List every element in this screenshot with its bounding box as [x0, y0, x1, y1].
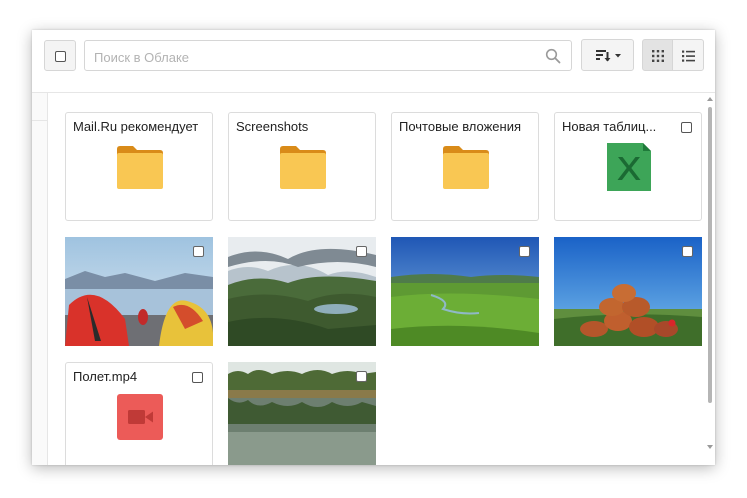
excel-icon: [607, 143, 651, 191]
item-name: Screenshots: [236, 119, 309, 134]
video-icon: [117, 394, 163, 440]
photo-tile-river[interactable]: [228, 362, 376, 465]
folder-tile[interactable]: Почтовые вложения: [391, 112, 539, 221]
item-checkbox[interactable]: [681, 122, 692, 133]
video-tile[interactable]: Полет.mp4: [65, 362, 213, 465]
item-name: Mail.Ru рекомендует: [73, 119, 199, 134]
photo-thumbnail: [228, 237, 376, 346]
item-name: Новая таблиц...: [562, 119, 657, 134]
item-checkbox[interactable]: [192, 372, 203, 383]
photo-thumbnail: [554, 237, 702, 346]
sort-icon: [596, 50, 621, 62]
grid-view-button[interactable]: [642, 39, 673, 71]
cloud-window: Mail.Ru рекомендует Screenshots Почтовые…: [32, 30, 715, 465]
photo-tile-tents[interactable]: [65, 237, 213, 346]
item-checkbox[interactable]: [519, 246, 530, 257]
list-view-button[interactable]: [672, 39, 704, 71]
grid-view-icon: [652, 50, 664, 62]
scroll-up-arrow-icon[interactable]: [707, 97, 713, 101]
item-name: Полет.mp4: [73, 369, 138, 384]
folder-icon: [117, 146, 163, 189]
item-checkbox[interactable]: [193, 246, 204, 257]
checkbox-icon: [55, 51, 66, 62]
folder-tile[interactable]: Mail.Ru рекомендует: [65, 112, 213, 221]
toolbar: [32, 30, 715, 93]
photo-tile-valley[interactable]: [228, 237, 376, 346]
sidebar-edge: [32, 93, 48, 465]
list-view-icon: [682, 50, 695, 62]
scrollbar-thumb[interactable]: [708, 107, 712, 403]
photo-thumbnail: [391, 237, 539, 346]
item-name: Почтовые вложения: [399, 119, 522, 134]
folder-icon: [280, 146, 326, 189]
search-box[interactable]: [84, 40, 572, 71]
scroll-down-arrow-icon[interactable]: [707, 445, 713, 449]
photo-tile-rocks[interactable]: [554, 237, 702, 346]
item-checkbox[interactable]: [682, 246, 693, 257]
spreadsheet-tile[interactable]: Новая таблиц...: [554, 112, 702, 221]
search-icon[interactable]: [545, 48, 561, 64]
search-input[interactable]: [92, 47, 536, 67]
item-checkbox[interactable]: [356, 246, 367, 257]
select-all-button[interactable]: [44, 40, 76, 71]
photo-thumbnail: [228, 362, 376, 465]
photo-thumbnail: [65, 237, 213, 346]
sort-button[interactable]: [581, 39, 634, 71]
item-checkbox[interactable]: [356, 371, 367, 382]
scrollbar[interactable]: [705, 93, 715, 465]
folder-tile[interactable]: Screenshots: [228, 112, 376, 221]
photo-tile-steppe[interactable]: [391, 237, 539, 346]
folder-icon: [443, 146, 489, 189]
